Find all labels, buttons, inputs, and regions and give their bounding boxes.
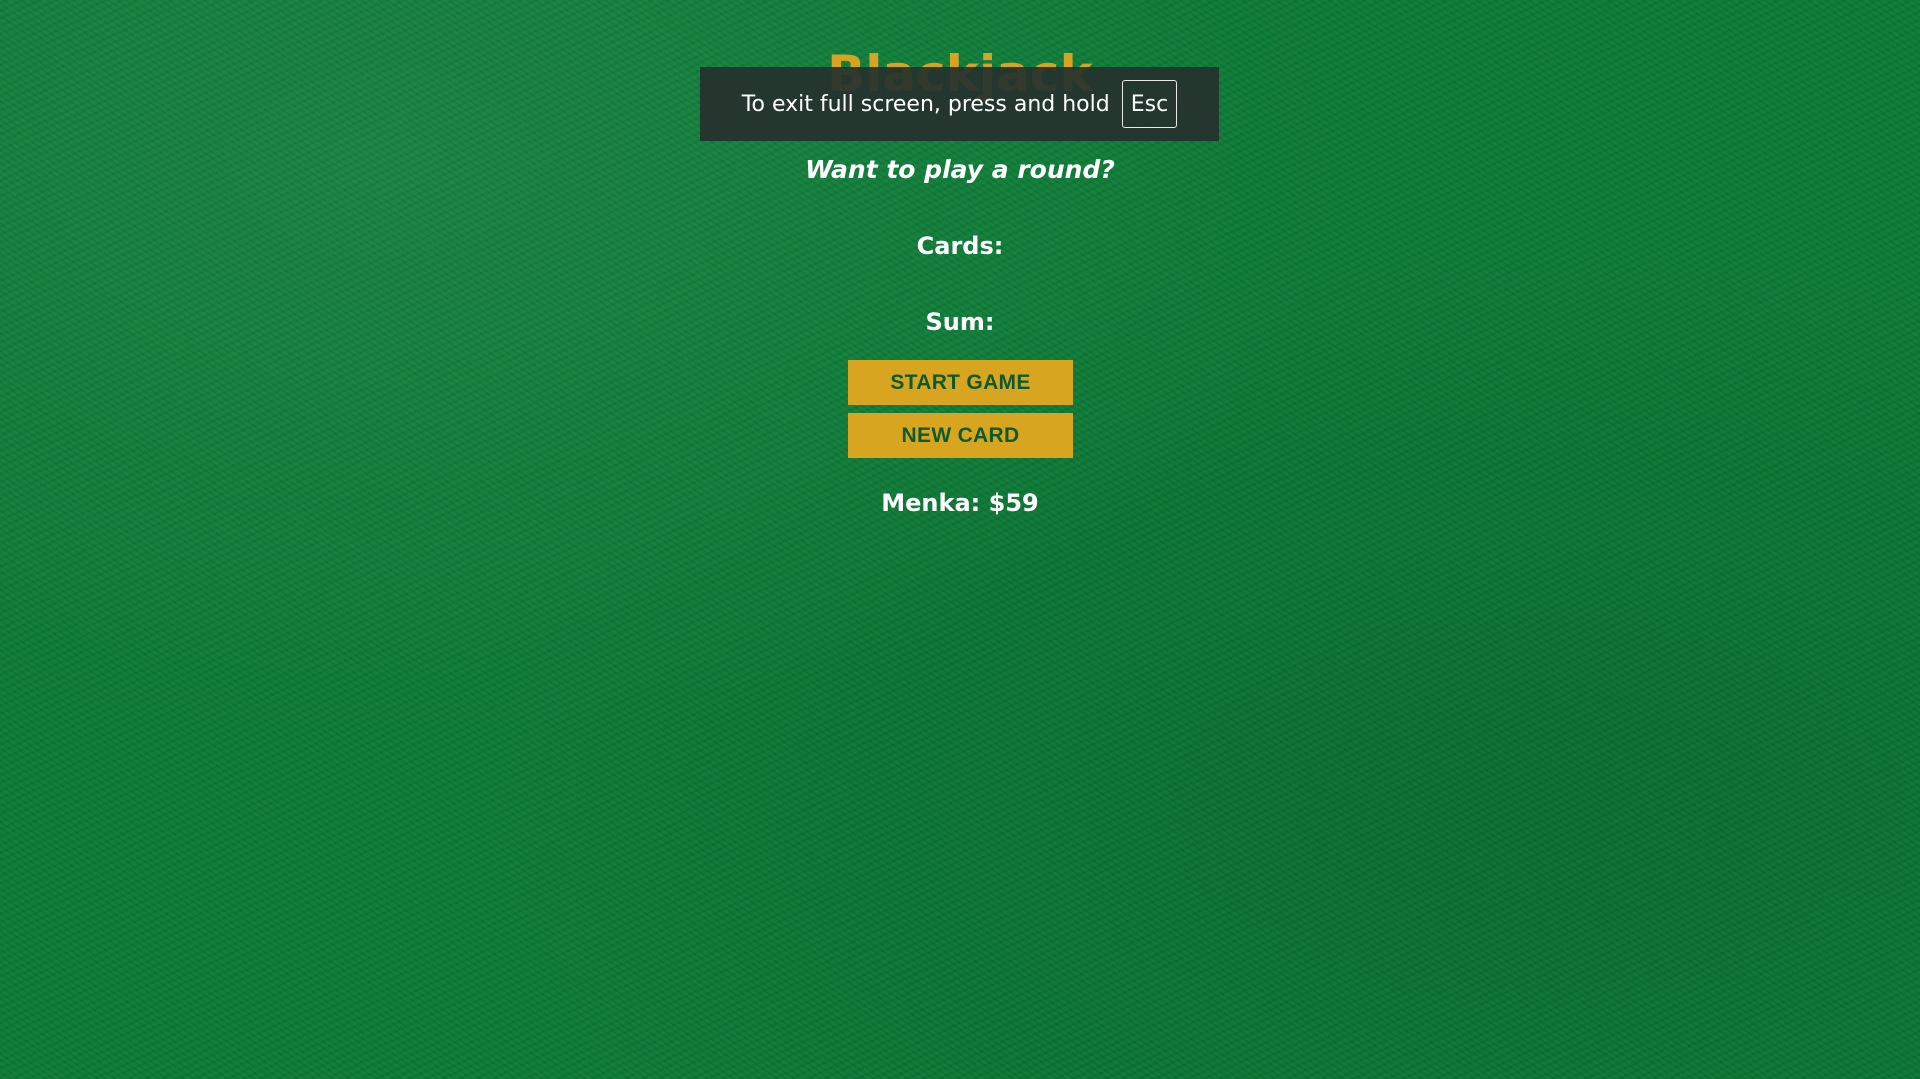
cards-label: Cards: bbox=[916, 232, 1004, 260]
new-card-button[interactable]: NEW CARD bbox=[848, 413, 1073, 458]
esc-key-badge: Esc bbox=[1121, 80, 1178, 128]
fullscreen-notice-text: To exit full screen, press and hold bbox=[741, 91, 1110, 117]
player-info: Menka: $59 bbox=[881, 489, 1039, 517]
fullscreen-exit-notice: To exit full screen, press and hold Esc bbox=[700, 67, 1219, 141]
message-text: Want to play a round? bbox=[805, 155, 1115, 184]
start-game-button[interactable]: START GAME bbox=[848, 360, 1073, 405]
sum-label: Sum: bbox=[925, 308, 995, 336]
